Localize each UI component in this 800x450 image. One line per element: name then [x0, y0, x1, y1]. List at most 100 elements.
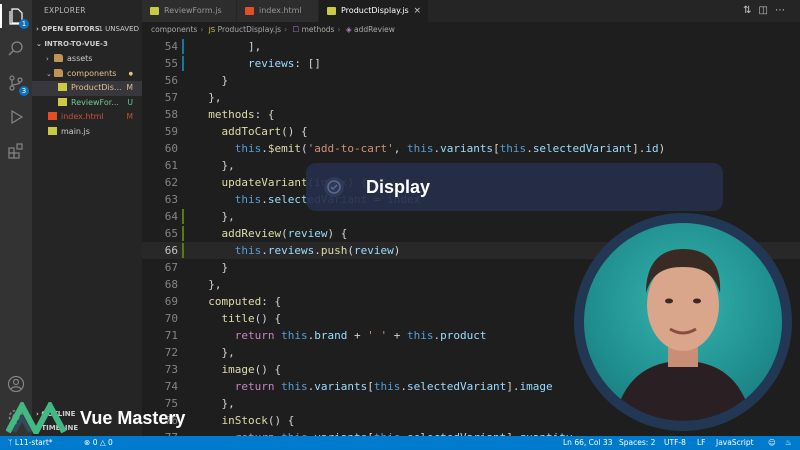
bell-icon[interactable]: ♨ [785, 436, 792, 450]
chevron-right-icon: › [36, 25, 39, 33]
code-text: }, [195, 89, 221, 106]
html-file-icon [245, 7, 254, 15]
code-text: }, [195, 157, 234, 174]
tab-index-html[interactable]: index.html [237, 0, 318, 22]
search-icon[interactable] [7, 40, 25, 58]
code-line[interactable]: 59 addToCart() { [142, 123, 800, 140]
editor-actions: ⇅◫⋯ [743, 0, 792, 22]
folder-icon [54, 68, 63, 77]
language-mode[interactable]: JavaScript [716, 436, 754, 450]
close-icon[interactable]: × [413, 0, 421, 22]
file-icon [58, 83, 67, 91]
activity-bar: 1 3 [0, 0, 32, 436]
branch-indicator[interactable]: ᛉ L11-start* [8, 436, 53, 450]
tab-reviewform[interactable]: ReviewForm.js [142, 0, 236, 22]
code-token: this [195, 244, 262, 257]
line-ending[interactable]: LF [697, 436, 706, 450]
cursor-position[interactable]: Ln 66, Col 33 [563, 436, 612, 450]
toast-text: Display [366, 177, 431, 197]
code-token: reviews [267, 244, 315, 257]
tree-item[interactable]: › assets [32, 52, 142, 67]
editor-tabs: ReviewForm.js index.html ProductDisplay.… [142, 0, 800, 22]
run-debug-icon[interactable] [7, 108, 25, 126]
split-editor-icon[interactable]: ◫ [759, 5, 775, 16]
code-line[interactable]: 57 }, [142, 89, 800, 106]
tree-item-label: ProductDis... [71, 83, 122, 92]
code-token: id [645, 142, 659, 155]
feedback-icon[interactable]: ☺ [768, 436, 776, 450]
tree-item-label: main.js [61, 126, 90, 136]
code-line[interactable]: 60 this.$emit('add-to-cart', this.varian… [142, 140, 800, 157]
git-change-marker [182, 56, 184, 71]
extensions-icon[interactable] [7, 142, 25, 160]
line-number: 73 [164, 363, 178, 376]
js-file-icon: JS [208, 26, 216, 34]
project-section[interactable]: ⌄ INTRO-TO-VUE-3 [32, 37, 142, 52]
line-number: 66 [164, 244, 178, 257]
encoding[interactable]: UTF-8 [664, 436, 686, 450]
account-icon[interactable] [7, 375, 25, 393]
indentation[interactable]: Spaces: 2 [619, 436, 655, 450]
code-line[interactable]: 56 } [142, 72, 800, 89]
code-text: return this.variants[this.selectedVarian… [195, 429, 573, 436]
line-number: 69 [164, 295, 178, 308]
code-text: this.$emit('add-to-cart', this.variants[… [195, 140, 666, 157]
file-icon [58, 97, 67, 106]
code-text: return this.brand + ' ' + this.product [195, 327, 487, 344]
tab-productdisplay[interactable]: ProductDisplay.js × [319, 0, 428, 22]
code-token: () { [254, 312, 282, 325]
js-file-icon [150, 7, 159, 15]
tree-item[interactable]: index.html M [32, 110, 142, 125]
code-text: inStock() { [195, 412, 294, 429]
unsaved-count: 1 UNSAVED [98, 25, 139, 33]
code-token: . [526, 142, 533, 155]
error-count: 0 [92, 438, 98, 447]
breadcrumb-item[interactable]: ProductDisplay.js [218, 25, 281, 34]
code-line[interactable]: 55 reviews: [] [142, 55, 800, 72]
git-change-marker [182, 209, 184, 224]
tree-item[interactable]: ⌄ components ● [32, 67, 142, 82]
active-indicator [0, 4, 2, 28]
code-line[interactable]: 77 return this.variants[this.selectedVar… [142, 429, 800, 436]
code-text: methods: { [195, 106, 274, 123]
code-token: }, [195, 210, 235, 223]
problems-indicator[interactable]: ⊗ 0 △ 0 [84, 436, 113, 450]
code-text: title() { [195, 310, 281, 327]
line-number: 72 [164, 346, 178, 359]
code-token: : [] [294, 57, 321, 70]
code-line[interactable]: 54 ], [142, 38, 800, 55]
code-line[interactable]: 58 methods: { [142, 106, 800, 123]
code-token: review [353, 244, 394, 257]
code-token: addReview [195, 227, 282, 240]
line-number: 70 [164, 312, 178, 325]
tree-item[interactable]: ReviewFor... U [32, 96, 142, 111]
code-token: () { [281, 125, 308, 138]
source-control-icon[interactable]: 3 [7, 74, 29, 96]
folder-icon [54, 54, 63, 62]
open-editors-section[interactable]: › OPEN EDITORS 1 UNSAVED [32, 22, 142, 37]
chevron-right-icon: › [284, 25, 288, 34]
compare-icon[interactable]: ⇅ [743, 5, 758, 16]
git-change-marker [182, 226, 184, 241]
vue-mastery-logo-mark [5, 399, 67, 439]
breadcrumb-item[interactable]: components [151, 25, 197, 34]
code-token: variants [440, 142, 494, 155]
breadcrumb-item[interactable]: addReview [354, 25, 395, 34]
code-token: computed [195, 295, 262, 308]
tree-item[interactable]: main.js [32, 125, 142, 140]
code-text: } [195, 72, 228, 89]
chevron-right-icon: › [46, 55, 49, 63]
line-number: 74 [164, 380, 178, 393]
breadcrumb-item[interactable]: methods [302, 25, 335, 34]
code-text: addToCart() { [195, 123, 308, 140]
tree-item[interactable]: ProductDis... M [32, 81, 142, 96]
code-token: title [195, 312, 255, 325]
more-actions-icon[interactable]: ⋯ [775, 5, 792, 16]
code-token: selectedVariant [532, 142, 633, 155]
git-status: U [127, 97, 134, 107]
code-token: reviews [195, 57, 295, 70]
files-icon[interactable]: 1 [7, 7, 29, 29]
code-token: image [519, 380, 553, 393]
file-tree: › assets ⌄ components ● ProductDis... M ReviewF… [32, 52, 142, 139]
code-token: ' ' [367, 329, 388, 342]
